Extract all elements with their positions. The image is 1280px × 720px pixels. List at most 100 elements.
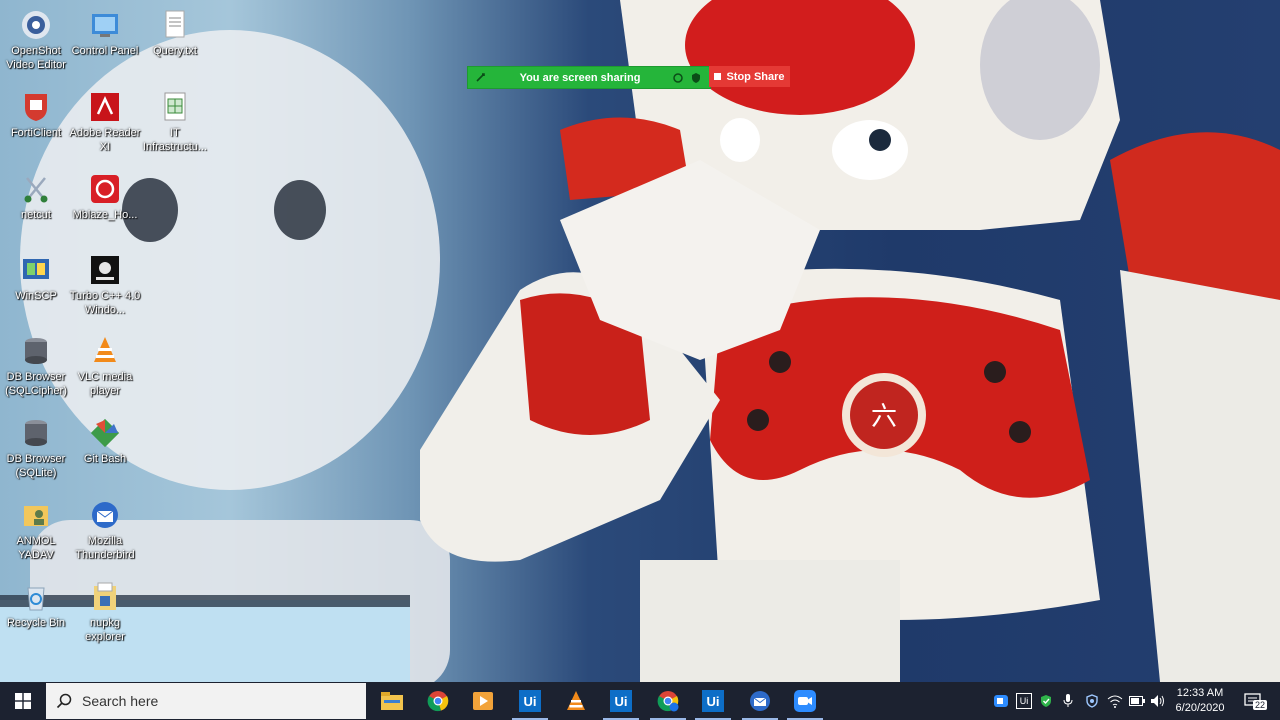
desktop-icon-label: Mozilla Thunderbird: [75, 535, 135, 561]
screen-share-banner[interactable]: You are screen sharing: [467, 66, 711, 89]
tray-battery[interactable]: [1127, 682, 1147, 720]
desktop-icon-forticlient[interactable]: FortiClient: [0, 90, 72, 140]
taskbar-search-box[interactable]: Search here: [46, 683, 366, 719]
text-file-icon: [165, 10, 185, 38]
taskbar-app-vlc[interactable]: [554, 682, 598, 720]
clock-date: 6/20/2020: [1175, 702, 1225, 714]
desktop-icon-it-infrastructure[interactable]: IT Infrastructu...: [139, 90, 211, 154]
stop-share-label: Stop Share: [726, 70, 785, 83]
git-bash-icon: [90, 418, 120, 448]
taskbar-app-uipath-studio[interactable]: Ui: [508, 682, 552, 720]
tray-network[interactable]: [1105, 682, 1125, 720]
desktop-icon-mblaze[interactable]: Mblaze_Ho...: [69, 172, 141, 222]
thunderbird-icon: [750, 691, 770, 711]
desktop-icon-adobe-reader[interactable]: Adobe Reader XI: [69, 90, 141, 154]
microphone-icon: [1063, 694, 1073, 707]
taskbar-app-chrome[interactable]: [416, 682, 460, 720]
stop-square-icon: [714, 73, 722, 80]
recycle-bin-icon: [27, 587, 45, 611]
tray-security[interactable]: [1037, 682, 1055, 720]
taskbar-app-thunderbird[interactable]: [738, 682, 782, 720]
desktop-icon-openshot[interactable]: OpenShot Video Editor: [0, 8, 72, 72]
desktop-icon-nupkg-explorer[interactable]: nupkg explorer: [69, 580, 141, 644]
adobe-reader-icon: [91, 93, 119, 121]
vlc-icon: [94, 337, 116, 362]
notification-count-badge: 22: [1253, 700, 1268, 710]
desktop-icon-label: nupkg explorer: [85, 617, 125, 643]
taskbar-app-file-explorer[interactable]: [370, 682, 414, 720]
tray-zoom[interactable]: [992, 682, 1010, 720]
screen-share-status: You are screen sharing: [519, 71, 641, 84]
desktop-icon-vlc[interactable]: VLC media player: [69, 334, 141, 398]
battery-icon: [1129, 696, 1145, 706]
netcut-icon: [24, 177, 48, 203]
chrome-icon: [427, 691, 449, 712]
search-placeholder: Search here: [82, 693, 159, 709]
desktop-icon-netcut[interactable]: netcut: [0, 172, 72, 222]
openshot-icon: [22, 11, 50, 39]
zoom-icon: [794, 690, 816, 712]
desktop-icon-query-txt[interactable]: Query.txt: [139, 8, 211, 58]
stop-share-button[interactable]: Stop Share: [709, 66, 790, 87]
desktop-icon-turbo-c[interactable]: Turbo C++ 4.0 Windo...: [69, 253, 141, 317]
db-browser-icon: [25, 420, 47, 446]
taskbar: Search here Ui Ui Ui Ui 12:33 AM 6/20/20…: [0, 682, 1280, 720]
desktop-icon-label: DB Browser (SQLCipher): [5, 371, 67, 397]
notification-center-button[interactable]: 22: [1238, 682, 1268, 720]
vlc-icon: [567, 691, 585, 710]
forticlient-icon: [25, 94, 47, 121]
shield-icon[interactable]: [690, 72, 702, 84]
wifi-icon: [1107, 695, 1123, 708]
taskbar-app-uipath-assistant[interactable]: Ui: [691, 682, 735, 720]
status-circle-icon: [673, 72, 683, 83]
desktop-icon-label: Mblaze_Ho...: [72, 209, 138, 221]
uipath-robot-icon: Ui: [610, 690, 632, 712]
db-browser-icon: [25, 338, 47, 364]
desktop-icon-git-bash[interactable]: Git Bash: [69, 416, 141, 466]
desktop-icon-db-browser-sqlite[interactable]: DB Browser (SQLite): [0, 416, 72, 480]
spreadsheet-file-icon: [164, 92, 186, 121]
desktop-icon-label: WinSCP: [15, 290, 57, 302]
user-folder-icon: [24, 506, 48, 526]
media-player-icon: [473, 692, 493, 710]
desktop-icon-label: Query.txt: [153, 45, 197, 57]
desktop-icon-label: Recycle Bin: [6, 617, 66, 629]
desktop-icon-thunderbird[interactable]: Mozilla Thunderbird: [69, 498, 141, 562]
control-panel-icon: [92, 14, 118, 37]
tray-defender[interactable]: [1082, 682, 1102, 720]
winscp-icon: [23, 259, 49, 279]
uipath-tray-icon: Ui: [1016, 693, 1032, 709]
desktop-icon-label: DB Browser (SQLite): [6, 453, 66, 479]
desktop-icon-label: Turbo C++ 4.0 Windo...: [69, 290, 141, 316]
mblaze-icon: [91, 175, 119, 203]
uipath-assistant-icon: Ui: [702, 690, 724, 712]
desktop-icon-label: Control Panel: [71, 45, 139, 57]
taskbar-app-media-player[interactable]: [461, 682, 505, 720]
windows-logo-icon: [15, 693, 31, 709]
tray-uipath[interactable]: Ui: [1014, 682, 1034, 720]
taskbar-app-zoom[interactable]: [783, 682, 827, 720]
taskbar-app-chrome-profile[interactable]: [646, 682, 690, 720]
shield-check-icon: [1041, 695, 1051, 707]
desktop-icon-label: Git Bash: [83, 453, 127, 465]
desktop-icon-label: VLC media player: [77, 371, 133, 397]
search-icon: [56, 693, 72, 709]
tray-microphone[interactable]: [1059, 682, 1077, 720]
desktop-icon-label: ANMOL YADAV: [16, 535, 56, 561]
start-button[interactable]: [0, 682, 46, 720]
desktop-icon-label: netcut: [21, 209, 51, 221]
speaker-icon: [1151, 695, 1164, 707]
desktop-icon-user-folder[interactable]: ANMOL YADAV: [0, 498, 72, 562]
turbo-c-icon: [91, 256, 119, 284]
desktop-icon-label: FortiClient: [10, 127, 62, 139]
desktop-icon-control-panel[interactable]: Control Panel: [69, 8, 141, 58]
desktop-icon-winscp[interactable]: WinSCP: [0, 253, 72, 303]
desktop-icon-recycle-bin[interactable]: Recycle Bin: [0, 580, 72, 630]
desktop-icon-db-browser-sqlcipher[interactable]: DB Browser (SQLCipher): [0, 334, 72, 398]
drag-handle-icon[interactable]: [474, 71, 488, 85]
tray-volume[interactable]: [1148, 682, 1168, 720]
clock-time: 12:33 AM: [1176, 687, 1224, 699]
taskbar-clock[interactable]: 12:33 AM 6/20/2020: [1168, 686, 1232, 716]
nupkg-explorer-icon: [94, 582, 116, 610]
taskbar-app-uipath-robot[interactable]: Ui: [599, 682, 643, 720]
